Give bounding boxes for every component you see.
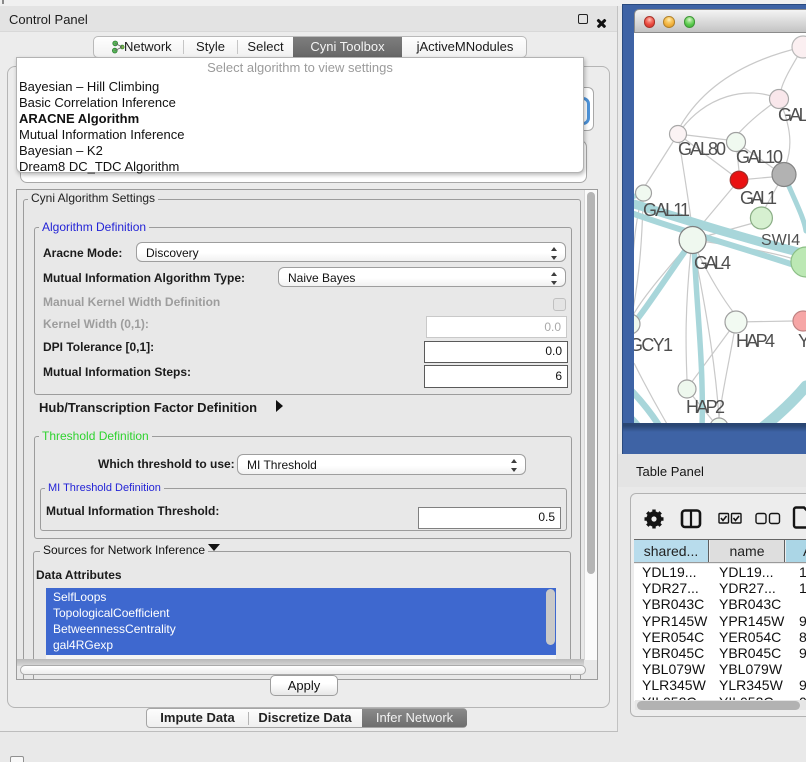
svg-text:Y: Y — [798, 331, 806, 351]
svg-text:SWI4: SWI4 — [761, 232, 800, 249]
svg-text:GAL4: GAL4 — [694, 253, 731, 273]
svg-text:GAL80: GAL80 — [678, 139, 726, 159]
svg-text:GCY1: GCY1 — [634, 335, 673, 355]
svg-text:HAP2: HAP2 — [686, 397, 725, 417]
svg-text:GAL11: GAL11 — [643, 200, 690, 220]
svg-text:HAP4: HAP4 — [736, 331, 775, 351]
svg-text:GAL1: GAL1 — [740, 188, 777, 208]
svg-text:GAL10: GAL10 — [736, 147, 783, 167]
svg-text:GAL7: GAL7 — [778, 105, 806, 125]
